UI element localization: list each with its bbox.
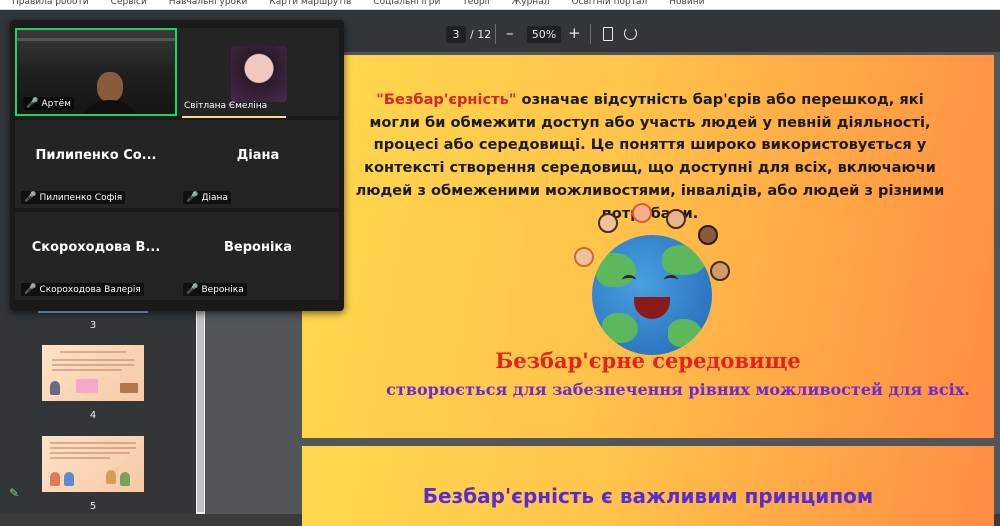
participant-name-tag: 🎤 Вероніка bbox=[183, 283, 247, 296]
mic-muted-icon: 🎤 bbox=[26, 98, 39, 109]
participant-display-name: Діана bbox=[236, 148, 280, 163]
participant-name-tag: 🎤 Артём bbox=[23, 97, 74, 110]
participant-name-tag: 🎤 Пилипенко Софія bbox=[21, 191, 126, 204]
pencil-icon[interactable]: ✎ bbox=[9, 486, 21, 500]
participant-display-name: Вероніка bbox=[224, 240, 292, 255]
slide-subheading: створюється для забезпечення рівних можл… bbox=[386, 380, 970, 399]
participant-display-name: Пилипенко Со... bbox=[35, 148, 157, 163]
thumbnail-page-number: 4 bbox=[89, 410, 97, 421]
zoom-level-input[interactable]: 50% bbox=[527, 26, 561, 43]
bookmark-item[interactable]: Соціальні ігри bbox=[373, 0, 440, 9]
toolbar-divider bbox=[590, 24, 591, 44]
pdf-page-4: Безбар'єрність є важливим принципом bbox=[302, 446, 994, 526]
thumbnail-page-number: 3 bbox=[89, 320, 97, 331]
mic-muted-icon: 🎤 bbox=[24, 192, 37, 203]
bookmark-item[interactable]: Журнал bbox=[512, 0, 550, 9]
participant-name-tag: 🎤 Діана bbox=[183, 191, 231, 204]
participant-tile[interactable]: Вероніка 🎤 Вероніка bbox=[177, 212, 339, 300]
bookmark-item[interactable]: Сервіси bbox=[111, 0, 147, 9]
slide-title: Безбар'єрність є важливим принципом bbox=[422, 484, 874, 508]
participant-name-tag: 🎤 Скороходова Валерія bbox=[21, 283, 144, 296]
bookmark-item[interactable]: Навчальні уроки bbox=[169, 0, 248, 9]
thumbnail-page-5[interactable] bbox=[42, 436, 144, 492]
participant-tile[interactable]: Світлана Ємеліна bbox=[177, 28, 339, 116]
rotate-icon[interactable] bbox=[624, 27, 637, 40]
mic-muted-icon: 🎤 bbox=[24, 284, 37, 295]
bookmark-item[interactable]: Освітній портал bbox=[571, 0, 647, 9]
video-call-panel[interactable]: 🎤 Артём Світлана Ємеліна Пилипенко Со... … bbox=[10, 20, 344, 311]
participant-tile[interactable]: Скороходова В... 🎤 Скороходова Валерія bbox=[15, 212, 177, 300]
bookmarks-bar: Правила роботи Сервіси Навчальні уроки К… bbox=[0, 0, 1000, 10]
slide-heading: Безбар'єрне середовище bbox=[495, 348, 801, 373]
bookmark-item[interactable]: Новини bbox=[669, 0, 704, 9]
pdf-page-3: "Безбар'єрність" означає відсутність бар… bbox=[302, 55, 994, 438]
bookmark-item[interactable]: Правила роботи bbox=[12, 0, 89, 9]
participant-video bbox=[97, 72, 123, 102]
audio-level-indicator bbox=[182, 116, 286, 118]
participant-tile[interactable]: Діана 🎤 Діана bbox=[177, 120, 339, 208]
slide-highlight-term: "Безбар'єрність" bbox=[376, 91, 517, 108]
participant-tile[interactable]: Пилипенко Со... 🎤 Пилипенко Софія bbox=[15, 120, 177, 208]
participant-display-name: Скороходова В... bbox=[31, 240, 161, 255]
fit-to-page-icon[interactable] bbox=[603, 27, 613, 41]
mic-muted-icon: 🎤 bbox=[186, 284, 199, 295]
toolbar-divider bbox=[495, 24, 496, 44]
zoom-out-button[interactable]: – bbox=[506, 24, 514, 42]
bookmark-item[interactable]: Карти маршрутів bbox=[269, 0, 351, 9]
avatar bbox=[231, 46, 287, 102]
current-page-input[interactable]: 3 bbox=[446, 26, 466, 43]
slide-definition-text: означає відсутність бар'єрів або перешко… bbox=[355, 91, 945, 222]
mic-muted-icon: 🎤 bbox=[186, 192, 199, 203]
thumbnail-page-4[interactable] bbox=[42, 345, 144, 401]
participant-name-tag: Світлана Ємеліна bbox=[184, 101, 268, 111]
page-total: / 12 bbox=[470, 28, 492, 41]
thumbnail-page-number: 5 bbox=[89, 501, 97, 512]
participant-video-tile[interactable]: 🎤 Артём bbox=[15, 28, 177, 116]
zoom-in-button[interactable]: + bbox=[568, 24, 581, 42]
bookmark-item[interactable]: Теорії bbox=[462, 0, 489, 9]
globe-illustration bbox=[570, 203, 730, 363]
